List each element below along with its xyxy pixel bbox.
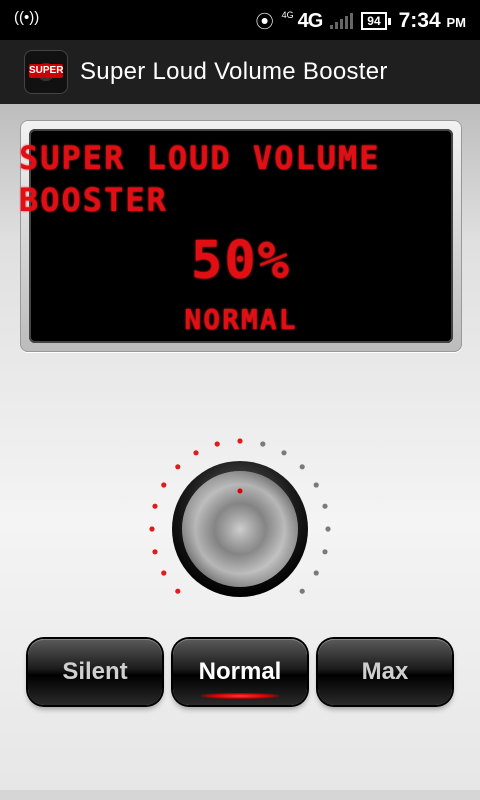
volume-knob[interactable] — [140, 434, 340, 634]
network-type: 4G — [297, 9, 324, 32]
volume-level-dot — [149, 526, 155, 532]
volume-percent: 50% — [191, 231, 291, 291]
volume-level-dot — [281, 450, 287, 456]
action-bar: SUPER Super Loud Volume Booster — [0, 40, 480, 104]
app-logo-icon: SUPER — [24, 50, 68, 94]
volume-level-dot — [193, 450, 199, 456]
volume-level-dot — [313, 570, 319, 576]
status-bar: ((•)) ⦿ 4G 4G 94 7:34 PM — [0, 0, 480, 40]
clock: 7:34 PM — [399, 9, 466, 33]
volume-mode: NORMAL — [184, 303, 298, 336]
hotspot-signal-icon: ⦿ — [255, 12, 274, 32]
signal-bars-icon — [330, 13, 354, 29]
max-button-label: Max — [361, 658, 409, 685]
volume-level-dot — [322, 503, 328, 509]
normal-button[interactable]: Normal — [173, 639, 307, 705]
bottom-edge — [0, 790, 480, 800]
max-button[interactable]: Max — [318, 639, 452, 705]
volume-level-dot — [237, 438, 243, 444]
battery-level: 94 — [367, 14, 381, 28]
knob-sheen — [182, 471, 298, 587]
app-title: Super Loud Volume Booster — [80, 58, 388, 85]
lcd-display: SUPER LOUD VOLUME BOOSTER 50% NORMAL — [19, 129, 453, 343]
lcd-display-frame: SUPER LOUD VOLUME BOOSTER 50% NORMAL — [19, 120, 462, 352]
main-content: SUPER LOUD VOLUME BOOSTER 50% NORMAL Sil… — [0, 104, 480, 800]
network-type-small: 4G — [281, 10, 294, 20]
volume-level-dot — [175, 588, 181, 594]
silent-button[interactable]: Silent — [28, 639, 162, 705]
volume-level-dot — [260, 441, 266, 447]
status-right: ⦿ 4G 4G 94 7:34 PM — [256, 8, 466, 34]
normal-button-label: Normal — [198, 658, 282, 685]
volume-knob-graphic[interactable] — [140, 434, 340, 634]
volume-level-dot — [214, 441, 220, 447]
volume-level-dot — [161, 482, 167, 488]
battery-icon: 94 — [361, 12, 392, 30]
volume-level-dot — [175, 464, 181, 470]
wifi-hotspot-icon: ((•)) — [14, 9, 40, 26]
silent-button-label: Silent — [62, 658, 128, 685]
volume-level-dot — [322, 549, 328, 555]
app-logo-text: SUPER — [29, 64, 64, 78]
volume-level-dot — [161, 570, 167, 576]
knob-indicator-dot — [237, 488, 243, 494]
clock-ampm: PM — [446, 15, 467, 30]
volume-level-dot — [313, 482, 319, 488]
volume-level-dot — [152, 549, 158, 555]
app-root: ((•)) ⦿ 4G 4G 94 7:34 PM SUPER Super Lou… — [0, 0, 480, 800]
volume-level-dot — [299, 588, 305, 594]
clock-time: 7:34 — [398, 9, 441, 32]
lcd-title: SUPER LOUD VOLUME BOOSTER — [19, 139, 381, 219]
volume-level-dot — [152, 503, 158, 509]
volume-level-dot — [325, 526, 331, 532]
volume-level-dot — [299, 464, 305, 470]
